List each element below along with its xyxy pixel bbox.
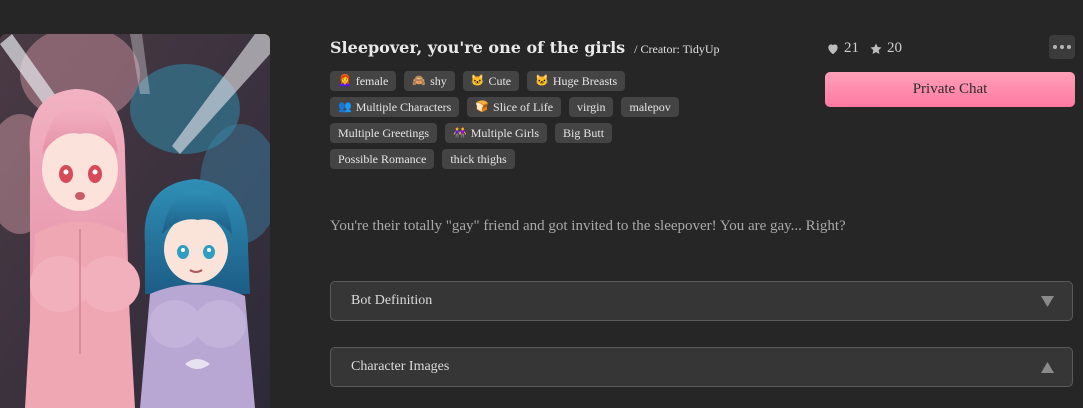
tag-emoji: 👩‍🦰 bbox=[338, 74, 352, 87]
star-icon bbox=[870, 42, 882, 54]
tag-huge-breasts[interactable]: 🐱 Huge Breasts bbox=[527, 71, 626, 91]
tag-label: Multiple Characters bbox=[355, 100, 452, 114]
tag-label: Possible Romance bbox=[338, 152, 427, 166]
tag-multiple-greetings[interactable]: Multiple Greetings bbox=[330, 123, 437, 143]
tag-slice-of-life[interactable]: 🍞 Slice of Life bbox=[467, 97, 562, 117]
tag-label: Slice of Life bbox=[493, 100, 554, 114]
tag-list: 👩‍🦰 female 🙈 shy 🐱 Cute 🐱 Huge Breasts 👥 Mult… bbox=[330, 71, 690, 169]
private-chat-button[interactable]: Private Chat bbox=[825, 72, 1075, 107]
tag-label: Multiple Girls bbox=[470, 126, 540, 140]
bot-title: Sleepover, you're one of the girls bbox=[330, 38, 626, 57]
stats-row: 21 20 bbox=[826, 40, 902, 57]
tag-emoji: 👥 bbox=[338, 100, 352, 113]
likes-count: 21 bbox=[844, 40, 859, 56]
tag-label: female bbox=[355, 74, 389, 88]
chevron-up-icon bbox=[1041, 361, 1054, 373]
tag-multiple-characters[interactable]: 👥 Multiple Characters bbox=[330, 97, 460, 117]
heart-icon bbox=[828, 43, 838, 54]
character-images-accordion[interactable]: Character Images bbox=[330, 347, 1073, 387]
tag-emoji: 👭 bbox=[452, 126, 467, 139]
tag-label: virgin bbox=[577, 100, 606, 114]
more-dots-icon bbox=[1067, 45, 1071, 49]
likes-stat[interactable]: 21 bbox=[826, 40, 859, 57]
stars-stat[interactable]: 20 bbox=[869, 40, 902, 57]
title-row: Sleepover, you're one of the girls / Cre… bbox=[330, 38, 720, 57]
tag-label: Cute bbox=[488, 74, 512, 88]
tag-label: Big Butt bbox=[563, 126, 605, 140]
tag-big-butt[interactable]: Big Butt bbox=[555, 123, 613, 143]
tag-emoji: 🐱 bbox=[535, 74, 549, 87]
tag-thick-thighs[interactable]: thick thighs bbox=[442, 149, 515, 169]
stars-count: 20 bbox=[887, 40, 902, 56]
tag-emoji: 🙈 bbox=[412, 74, 427, 87]
bot-definition-accordion[interactable]: Bot Definition bbox=[330, 281, 1073, 321]
tag-label: Multiple Greetings bbox=[338, 126, 429, 140]
bot-description: You're their totally "gay" friend and go… bbox=[330, 218, 846, 234]
tag-label: thick thighs bbox=[450, 152, 507, 166]
tag-malepov[interactable]: malepov bbox=[621, 97, 679, 117]
accordion-label: Character Images bbox=[351, 359, 450, 374]
tag-emoji: 🍞 bbox=[475, 100, 490, 113]
more-options-button[interactable] bbox=[1049, 35, 1075, 59]
tag-possible-romance[interactable]: Possible Romance bbox=[330, 149, 435, 169]
tag-emoji: 🐱 bbox=[470, 74, 485, 87]
tag-shy[interactable]: 🙈 shy bbox=[404, 71, 455, 91]
tag-label: Huge Breasts bbox=[552, 74, 618, 88]
more-dots-icon bbox=[1060, 45, 1064, 49]
tag-cute[interactable]: 🐱 Cute bbox=[462, 71, 520, 91]
tag-label: malepov bbox=[629, 100, 671, 114]
tag-label: shy bbox=[430, 74, 447, 88]
tag-virgin[interactable]: virgin bbox=[569, 97, 614, 117]
creator-link[interactable]: / Creator: TidyUp bbox=[634, 42, 719, 57]
character-art bbox=[0, 34, 270, 408]
tag-female[interactable]: 👩‍🦰 female bbox=[330, 71, 397, 91]
more-dots-icon bbox=[1053, 45, 1057, 49]
accordion-label: Bot Definition bbox=[351, 293, 433, 308]
chevron-down-icon bbox=[1041, 295, 1054, 307]
tag-multiple-girls[interactable]: 👭 Multiple Girls bbox=[444, 123, 548, 143]
